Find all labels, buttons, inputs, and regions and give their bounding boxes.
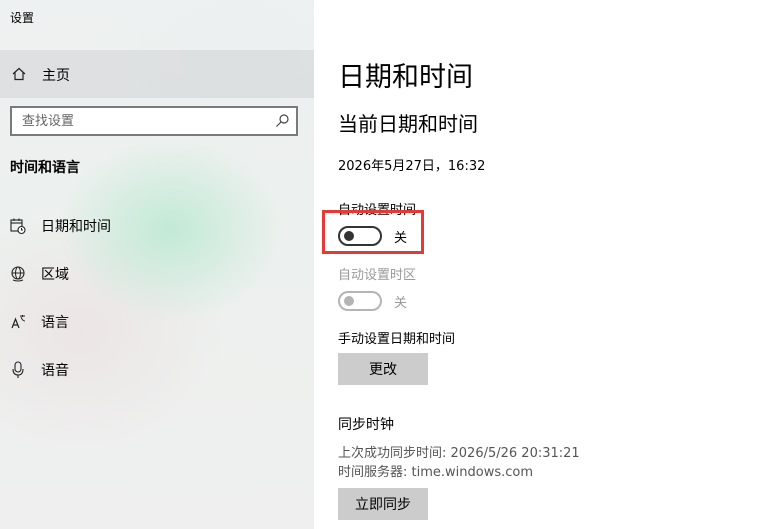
auto-time-state: 关: [394, 231, 408, 246]
change-button[interactable]: 更改: [338, 353, 428, 385]
sidebar: 设置 主页 时间和语言 日期和时间: [0, 0, 314, 529]
auto-timezone-state: 关: [394, 296, 408, 311]
section-title: 时间和语言: [10, 160, 80, 176]
search-icon[interactable]: [274, 113, 290, 129]
toggle-knob: [344, 231, 354, 241]
sidebar-item-date-time[interactable]: 日期和时间: [0, 206, 314, 246]
main-content: 日期和时间 当前日期和时间 2026年5月27日，16:32 自动设置时间 关 …: [314, 0, 772, 529]
sidebar-item-label: 语言: [41, 315, 69, 331]
time-server-text: 时间服务器: time.windows.com: [338, 465, 534, 480]
last-sync-text: 上次成功同步时间: 2026/5/26 20:31:21: [338, 446, 580, 461]
section-heading-current: 当前日期和时间: [338, 112, 478, 136]
current-datetime: 2026年5月27日，16:32: [338, 159, 486, 174]
sidebar-item-label: 区域: [41, 267, 69, 283]
sync-now-button[interactable]: 立即同步: [338, 488, 428, 520]
toggle-knob: [344, 296, 354, 306]
globe-icon: [11, 266, 25, 282]
language-icon: [11, 315, 26, 329]
auto-timezone-toggle[interactable]: [338, 291, 382, 311]
app-title: 设置: [10, 11, 35, 25]
sidebar-item-label: 日期和时间: [41, 219, 111, 235]
search-input[interactable]: [12, 108, 262, 134]
page-title: 日期和时间: [338, 62, 473, 93]
microphone-icon: [12, 361, 24, 378]
sidebar-item-label: 主页: [42, 68, 70, 84]
sidebar-item-label: 语音: [41, 363, 69, 379]
calendar-clock-icon: [10, 218, 26, 235]
auto-timezone-label: 自动设置时区: [338, 268, 417, 283]
sidebar-item-speech[interactable]: 语音: [0, 350, 314, 390]
sidebar-item-region[interactable]: 区域: [0, 254, 314, 294]
sync-clock-title: 同步时钟: [338, 417, 394, 433]
search-box[interactable]: [10, 106, 298, 136]
home-icon: [12, 67, 26, 81]
sidebar-item-language[interactable]: 语言: [0, 302, 314, 342]
manual-datetime-label: 手动设置日期和时间: [338, 332, 456, 347]
auto-time-toggle[interactable]: [338, 226, 382, 246]
sidebar-item-home[interactable]: 主页: [0, 50, 314, 98]
